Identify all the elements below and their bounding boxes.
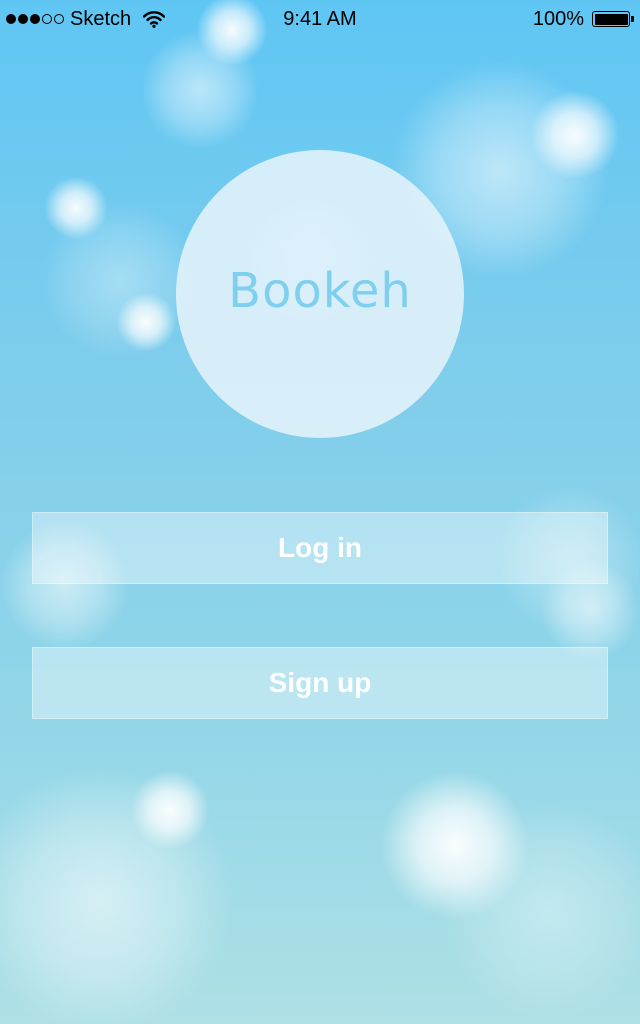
status-bar: Sketch 9:41 AM 100% (0, 0, 640, 40)
battery-percentage: 100% (532, 8, 584, 30)
signup-button[interactable]: Sign up (32, 647, 608, 719)
bokeh-light (0, 770, 240, 1024)
bokeh-light (440, 800, 640, 1020)
login-button-label: Log in (278, 532, 362, 563)
bokeh-light (530, 90, 620, 180)
bokeh-light (380, 770, 530, 920)
status-right: 100% (532, 8, 634, 30)
bokeh-light (140, 30, 260, 150)
battery-fill (594, 13, 628, 25)
logo-circle: Bookeh (176, 150, 464, 438)
bokeh-light (116, 292, 176, 352)
signup-button-label: Sign up (268, 667, 372, 698)
login-button[interactable]: Log in (32, 512, 608, 584)
bokeh-light (130, 770, 210, 850)
app-logo-text: Bookeh (228, 263, 412, 319)
bokeh-light (44, 176, 108, 240)
battery-icon (592, 11, 634, 27)
